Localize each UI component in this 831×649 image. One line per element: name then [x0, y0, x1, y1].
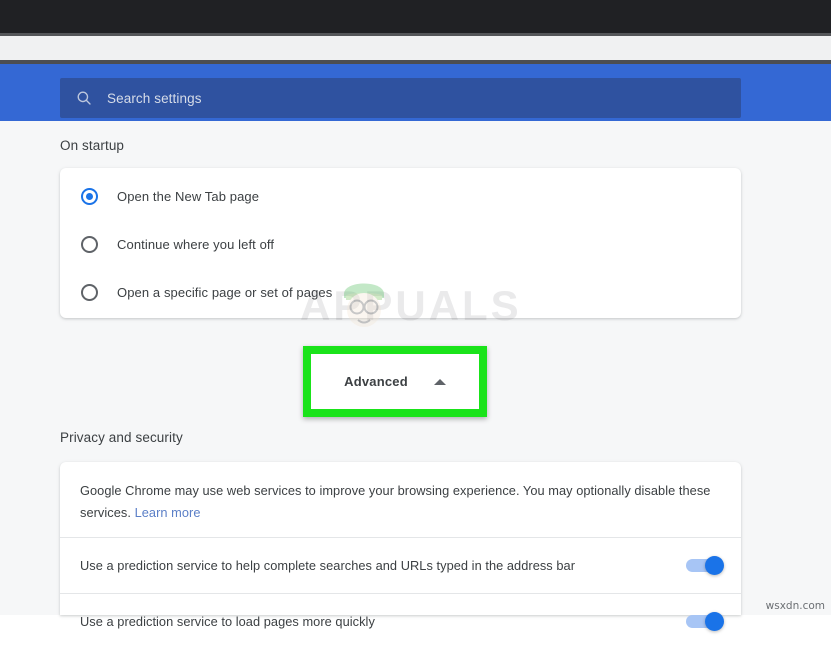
privacy-description: Google Chrome may use web services to im…: [80, 480, 730, 524]
browser-toolbar[interactable]: [0, 36, 831, 60]
startup-option-specific-page[interactable]: Open a specific page or set of pages: [60, 268, 741, 316]
toggle-knob: [705, 555, 724, 575]
startup-option-label: Open a specific page or set of pages: [117, 284, 333, 300]
toggle-knob: [705, 611, 724, 631]
browser-title-bar: [0, 0, 831, 33]
advanced-button[interactable]: Advanced: [311, 354, 479, 409]
chevron-up-icon: [433, 378, 446, 385]
startup-option-label: Continue where you left off: [117, 236, 275, 252]
setting-row-prediction-load-pages[interactable]: Use a prediction service to load pages m…: [60, 593, 741, 649]
radio-icon-selected[interactable]: [81, 187, 98, 205]
startup-option-new-tab[interactable]: Open the New Tab page: [60, 172, 741, 220]
on-startup-card: Open the New Tab page Continue where you…: [60, 168, 741, 318]
search-input[interactable]: Search settings: [107, 91, 202, 106]
site-credit-watermark: wsxdn.com: [765, 600, 825, 612]
radio-icon-unselected[interactable]: [81, 235, 98, 253]
advanced-button-label: Advanced: [344, 374, 408, 389]
learn-more-link[interactable]: Learn more: [135, 505, 201, 520]
startup-option-label: Open the New Tab page: [117, 188, 260, 204]
toggle-switch-on[interactable]: [686, 555, 724, 575]
search-icon: [77, 91, 91, 105]
setting-row-prediction-address-bar[interactable]: Use a prediction service to help complet…: [60, 537, 741, 593]
radio-icon-unselected[interactable]: [81, 283, 98, 301]
setting-label: Use a prediction service to help complet…: [80, 557, 576, 573]
section-title-privacy: Privacy and security: [60, 430, 183, 445]
setting-label: Use a prediction service to load pages m…: [80, 613, 375, 629]
startup-option-continue[interactable]: Continue where you left off: [60, 220, 741, 268]
toggle-switch-on[interactable]: [686, 611, 724, 631]
search-settings-box[interactable]: Search settings: [60, 78, 741, 118]
privacy-and-security-card: Google Chrome may use web services to im…: [60, 462, 741, 631]
section-title-on-startup: On startup: [60, 138, 125, 153]
